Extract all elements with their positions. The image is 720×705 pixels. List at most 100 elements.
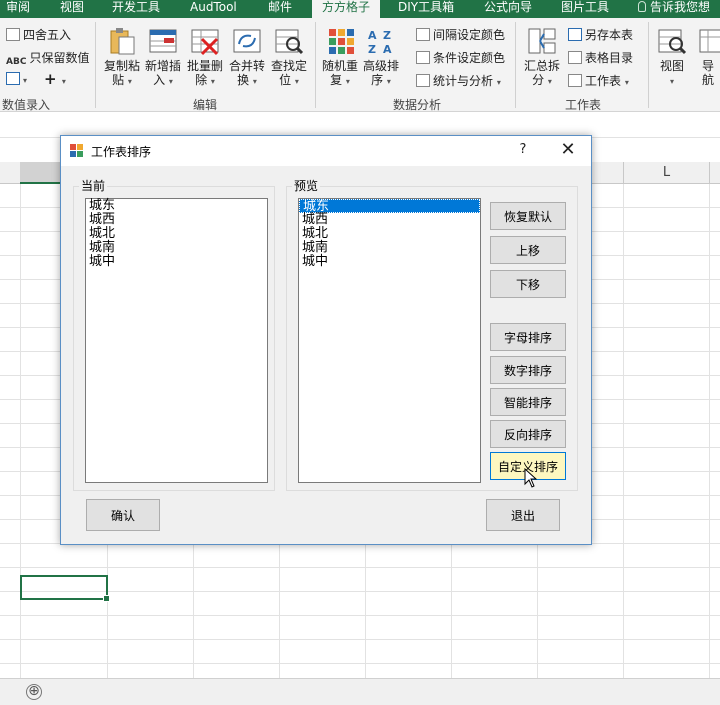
directory-icon [568,51,582,64]
move-down-button[interactable]: 下移 [490,270,566,298]
alpha-sort-button[interactable]: 字母排序 [490,323,566,351]
pencil-icon [6,72,20,85]
round-button[interactable]: 四舍五入 [6,26,71,43]
grid-line [709,184,710,678]
preview-sheet-list[interactable]: 城东 城西 城北 城南 城中 [298,198,481,483]
help-button[interactable]: ? [513,142,533,160]
keep-value-button[interactable]: ABC 只保留数值 [6,49,89,70]
ribbon-tab-bar: 审阅 视图 开发工具 AudTool 邮件 方方格子 DIY工具箱 公式向导 图… [0,0,720,18]
current-sheet-list[interactable]: 城东 城西 城北 城南 城中 [85,198,268,483]
exit-button[interactable]: 退出 [486,499,560,531]
advanced-sort-button[interactable]: 高级排序 ▾ [359,59,403,89]
list-item-selected[interactable]: 城东 [299,199,480,214]
sheet-directory-label: 表格目录 [585,51,634,65]
batch-delete-icon [191,29,219,56]
copy-paste-button[interactable]: 复制粘贴 ▾ [100,59,144,89]
insert-button[interactable]: 新增插入 ▾ [141,59,185,89]
reverse-sort-button[interactable]: 反向排序 [490,420,566,448]
smart-sort-button[interactable]: 智能排序 [490,388,566,416]
copy-paste-icon [110,28,135,55]
list-item[interactable]: 城南 [86,241,267,255]
dialog-titlebar[interactable]: 工作表排序 ? ✕ [61,136,591,166]
plus-dropdown[interactable]: + ▾ [44,70,66,88]
advanced-sort-label-1: 高级排 [362,59,399,73]
add-sheet-icon[interactable]: ⊕ [26,684,42,700]
close-button[interactable]: ✕ [554,140,582,162]
worksheet-dropdown[interactable]: 工作表 ▾ [568,72,629,89]
advanced-sort-label-2: 序 [371,73,384,87]
tab-mail[interactable]: 邮件 [268,0,292,18]
interval-color-icon [416,28,430,41]
tab-review[interactable]: 审阅 [6,0,30,18]
group-label-data-entry: 数值录入 [2,98,51,112]
list-item[interactable]: 城中 [86,255,267,269]
grid-line [623,184,624,678]
tab-audtool[interactable]: AudTool [190,0,237,18]
view-icon [658,29,687,55]
abc-icon: ABC [6,57,27,67]
tab-diy-toolbox[interactable]: DIY工具箱 [398,0,454,18]
tell-me-search[interactable]: 告诉我您想 [638,0,710,18]
conditional-color-button[interactable]: 条件设定颜色 [416,49,505,66]
statistics-label: 统计与分析 [433,74,494,88]
conditional-color-icon [416,51,430,64]
tab-fangfang[interactable]: 方方格子 [312,0,381,18]
list-item[interactable]: 城北 [86,227,267,241]
tab-picture-tools[interactable]: 图片工具 [561,0,609,18]
edit-dropdown[interactable]: ▾ [6,72,27,86]
insert-icon [149,29,177,53]
tell-me-text: 告诉我您想 [650,0,711,14]
ribbon: 四舍五入 ABC 只保留数值 ▾ + ▾ 数值录入 复制粘贴 ▾ 新增插入 ▾ 批… [0,18,720,112]
ribbon-divider [95,22,96,108]
current-label: 当前 [79,177,108,194]
selected-cell[interactable] [20,575,110,602]
list-item[interactable]: 城东 [86,199,267,213]
merge-convert-label-2: 换 [237,73,250,87]
random-repeat-button[interactable]: 随机重复 ▾ [318,59,362,89]
list-item[interactable]: 城西 [86,213,267,227]
navigation-icon [699,29,720,53]
list-item[interactable]: 城中 [299,255,480,269]
ribbon-divider [648,22,649,108]
batch-delete-button[interactable]: 批量删除 ▾ [183,59,227,89]
view-button[interactable]: 视图 ▾ [650,59,694,89]
merge-convert-button[interactable]: 合并转换 ▾ [225,59,269,89]
confirm-button[interactable]: 确认 [86,499,160,531]
random-repeat-label-1: 随机重 [321,59,358,73]
app-icon [70,144,84,157]
restore-default-button[interactable]: 恢复默认 [490,202,566,230]
lightbulb-icon [638,1,646,12]
ribbon-divider [515,22,516,108]
round-icon [6,28,20,41]
merge-convert-label-1: 合并转 [228,59,265,73]
list-item[interactable]: 城北 [299,227,480,241]
find-locate-button[interactable]: 查找定位 ▾ [267,59,311,89]
svg-text:A: A [368,29,377,42]
tab-formula-wizard[interactable]: 公式向导 [484,0,532,18]
tab-view[interactable]: 视图 [60,0,84,18]
sheet-directory-button[interactable]: 表格目录 [568,49,633,66]
summary-split-button[interactable]: 汇总拆分 ▾ [520,59,564,89]
svg-text:Z: Z [368,43,376,56]
list-item[interactable]: 城西 [299,213,480,227]
list-item[interactable]: 城南 [299,241,480,255]
navigation-button[interactable]: 导航 [692,59,720,87]
insert-label-2: 入 [153,73,166,87]
move-up-button[interactable]: 上移 [490,236,566,264]
save-sheet-button[interactable]: 另存本表 [568,26,633,43]
plus-icon: + [44,70,57,88]
sort-sheets-dialog: 工作表排序 ? ✕ 当前 城东 城西 城北 城南 城中 预览 城东 城西 城北 … [60,135,592,545]
sheet-tab-bar: ⊕ [0,678,720,705]
navigation-label-2: 航 [702,73,715,87]
column-header-l[interactable]: L [623,162,709,184]
numeric-sort-button[interactable]: 数字排序 [490,356,566,384]
statistics-analysis-button[interactable]: 统计与分析 ▾ [416,72,501,89]
random-repeat-icon [329,29,354,54]
find-locate-label-2: 位 [279,73,292,87]
worksheet-label: 工作表 [585,74,622,88]
tab-developer[interactable]: 开发工具 [112,0,160,18]
svg-text:A: A [383,43,392,56]
save-sheet-label: 另存本表 [585,28,634,42]
interval-color-button[interactable]: 间隔设定颜色 [416,26,505,43]
interval-color-label: 间隔设定颜色 [433,28,506,42]
